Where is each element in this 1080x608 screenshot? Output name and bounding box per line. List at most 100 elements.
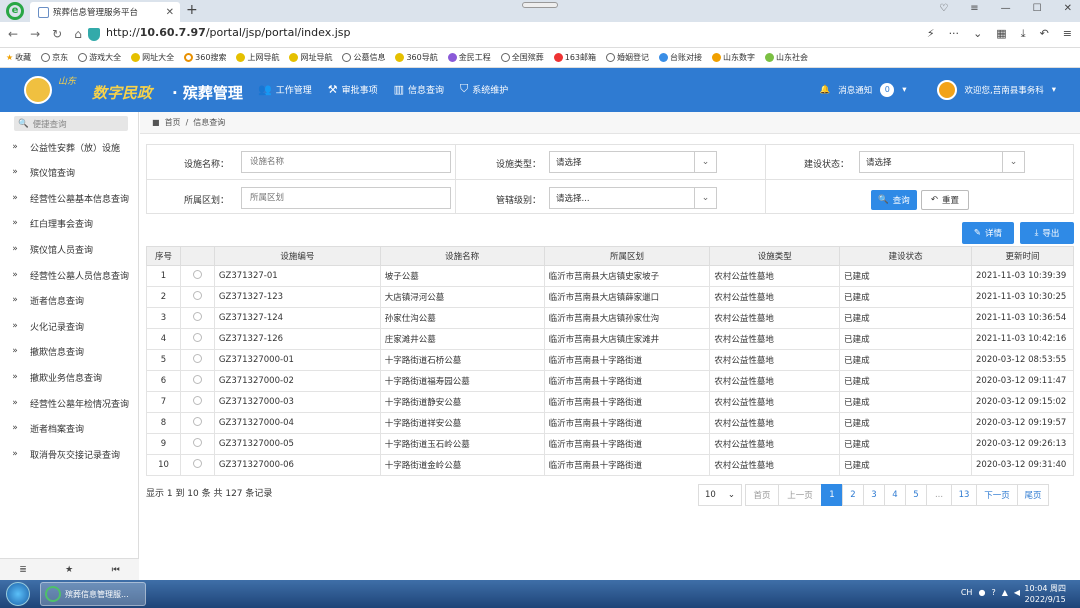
avatar[interactable]	[936, 80, 957, 100]
volume-icon[interactable]: ◀	[1014, 588, 1020, 597]
col-header[interactable]: 设施编号	[213, 246, 381, 266]
row-radio[interactable]	[192, 333, 202, 342]
star-icon[interactable]: ★	[65, 565, 73, 575]
undo-icon[interactable]: ↶	[1040, 27, 1049, 41]
col-header[interactable]: 设施名称	[379, 246, 545, 266]
col-header[interactable]: 更新时间	[971, 246, 1074, 266]
row-radio[interactable]	[192, 312, 202, 321]
level-select[interactable]: 请选择... ⌄	[549, 187, 717, 209]
page-last[interactable]: 尾页	[1017, 484, 1049, 506]
bookmark-item[interactable]: 金民工程	[447, 52, 491, 63]
collapse-icon[interactable]: ⏮	[112, 565, 120, 575]
page-size-select[interactable]: 10 ⌄	[698, 484, 742, 506]
bookmark-item[interactable]: 360搜索	[184, 52, 226, 63]
clock[interactable]: 10:04 周四 2022/9/15	[1024, 583, 1066, 605]
page-number[interactable]: 3	[863, 484, 885, 506]
sidebar-item[interactable]: » 撤欺业务信息查询	[0, 366, 139, 388]
chevron-down-icon[interactable]: ▾	[902, 85, 906, 95]
page-prev[interactable]: 上一页	[778, 484, 822, 506]
notify-label[interactable]: 消息通知	[838, 84, 872, 96]
bookmark-item[interactable]: 上网导航	[236, 52, 279, 63]
forward-icon[interactable]: →	[30, 27, 40, 41]
build-status-select[interactable]: 请选择 ⌄	[859, 151, 1025, 173]
network-icon[interactable]: ▲	[1002, 588, 1008, 597]
download-icon[interactable]: ⤓	[1021, 27, 1026, 41]
table-row[interactable]: 7 GZ371327000-03 十字路街道静安公墓 临沂市莒南县十字路街道 农村公益性…	[146, 391, 1074, 413]
bookmark-item[interactable]: 全国殡葬	[500, 52, 544, 63]
bookmark-item[interactable]: 山东数字	[712, 52, 755, 63]
page-number[interactable]: 5	[905, 484, 927, 506]
drag-handle[interactable]	[522, 2, 558, 8]
tray-icon[interactable]: ●	[978, 588, 985, 597]
help-icon[interactable]: ?	[991, 588, 995, 597]
nav-work-management[interactable]: 👥 工作管理	[258, 82, 312, 96]
back-icon[interactable]: ←	[8, 27, 18, 41]
maximize-icon[interactable]: ☐	[1033, 3, 1042, 14]
bookmark-item[interactable]: ★ 收藏	[6, 52, 31, 63]
browser-tab[interactable]: 殡葬信息管理服务平台 ✕	[30, 2, 180, 22]
table-row[interactable]: 1 GZ371327-01 坡子公墓 临沂市莒南县大店镇史家坡子 农村公益性墓地 已建成 2…	[146, 265, 1074, 287]
sidebar-item[interactable]: » 撤欺信息查询	[0, 340, 139, 362]
table-row[interactable]: 8 GZ371327000-04 十字路街道祥安公墓 临沂市莒南县十字路街道 农村公益性…	[146, 412, 1074, 434]
start-button-icon[interactable]	[6, 582, 30, 606]
col-header[interactable]: 序号	[146, 246, 181, 266]
dropdown-icon[interactable]: ⌄	[973, 27, 982, 41]
sidebar-item[interactable]: » 逝者档案查询	[0, 417, 139, 439]
sidebar-item[interactable]: » 经营性公墓基本信息查询	[0, 187, 139, 209]
region-input[interactable]	[241, 187, 451, 209]
taskbar-app[interactable]: 殡葬信息管理服...	[40, 582, 146, 606]
input-lang[interactable]: CH	[961, 588, 973, 597]
nav-system[interactable]: ⛉ 系统维护	[460, 82, 508, 96]
query-button[interactable]: 🔍 查询	[871, 190, 917, 210]
list-icon[interactable]: ≣	[19, 565, 27, 575]
row-radio[interactable]	[192, 459, 202, 468]
sidebar-item[interactable]: » 逝者信息查询	[0, 289, 139, 311]
sidebar-item[interactable]: » 火化记录查询	[0, 315, 139, 337]
lightning-icon[interactable]: ⚡	[927, 27, 935, 41]
page-number[interactable]: 1	[821, 484, 843, 506]
sidebar-search-input[interactable]: 🔍 便捷查询	[14, 116, 128, 131]
sidebar-item[interactable]: » 经营性公墓人员信息查询	[0, 264, 139, 286]
home-icon[interactable]: ⌂	[74, 27, 82, 41]
table-row[interactable]: 9 GZ371327000-05 十字路街道玉石岭公墓 临沂市莒南县十字路街道 农村公益…	[146, 433, 1074, 455]
sidebar-item[interactable]: » 殡仪馆人员查询	[0, 238, 139, 260]
apps-icon[interactable]: ▦	[996, 27, 1006, 41]
table-row[interactable]: 3 GZ371327-124 孙家仕沟公墓 临沂市莒南县大店镇孙家仕沟 农村公益性墓地已…	[146, 307, 1074, 329]
page-number[interactable]: 2	[842, 484, 864, 506]
page-first[interactable]: 首页	[745, 484, 779, 506]
sidebar-item[interactable]: » 取消骨灰交接记录查询	[0, 443, 139, 465]
chevron-down-icon[interactable]: ▾	[1052, 85, 1056, 95]
page-next[interactable]: 下一页	[976, 484, 1018, 506]
sidebar-item[interactable]: » 殡仪馆查询	[0, 161, 139, 183]
sidebar-item[interactable]: » 经营性公墓年检情况查询	[0, 392, 139, 414]
more-icon[interactable]: ···	[949, 27, 960, 41]
sidebar-item[interactable]: » 公益性安葬（放）设施	[0, 136, 139, 158]
bookmark-item[interactable]: 游戏大全	[78, 52, 121, 63]
export-button[interactable]: ⤓ 导出	[1020, 222, 1074, 244]
bookmark-item[interactable]: 京东	[41, 52, 68, 63]
row-radio[interactable]	[192, 417, 202, 426]
bookmark-item[interactable]: 163邮箱	[553, 52, 596, 63]
row-radio[interactable]	[192, 270, 202, 279]
sidebar-item[interactable]: » 红白理事会查询	[0, 212, 139, 234]
row-radio[interactable]	[192, 438, 202, 447]
reset-button[interactable]: ↶ 重置	[921, 190, 969, 210]
shirt-icon[interactable]: ♡	[939, 3, 948, 14]
bookmark-item[interactable]: 台账对接	[659, 52, 702, 63]
new-tab-icon[interactable]: +	[186, 2, 198, 18]
row-radio[interactable]	[192, 375, 202, 384]
menu-icon[interactable]: ≡	[970, 3, 978, 14]
close-window-icon[interactable]: ✕	[1064, 3, 1072, 14]
page-number[interactable]: 13	[951, 484, 977, 506]
detail-button[interactable]: ✎ 详情	[962, 222, 1014, 244]
row-radio[interactable]	[192, 354, 202, 363]
bookmark-item[interactable]: 婚姻登记	[606, 52, 649, 63]
bookmark-item[interactable]: 网址大全	[131, 52, 174, 63]
welcome-text[interactable]: 欢迎您,莒南县事务科	[965, 84, 1044, 96]
row-radio[interactable]	[192, 291, 202, 300]
col-header[interactable]: 建设状态	[839, 246, 972, 266]
bookmark-item[interactable]: 公墓信息	[342, 52, 385, 63]
table-row[interactable]: 4 GZ371327-126 庄家滩井公墓 临沂市莒南县大店镇庄家滩井 农村公益性墓地已…	[146, 328, 1074, 350]
col-header[interactable]: 设施类型	[709, 246, 841, 266]
facility-name-input[interactable]	[241, 151, 451, 173]
